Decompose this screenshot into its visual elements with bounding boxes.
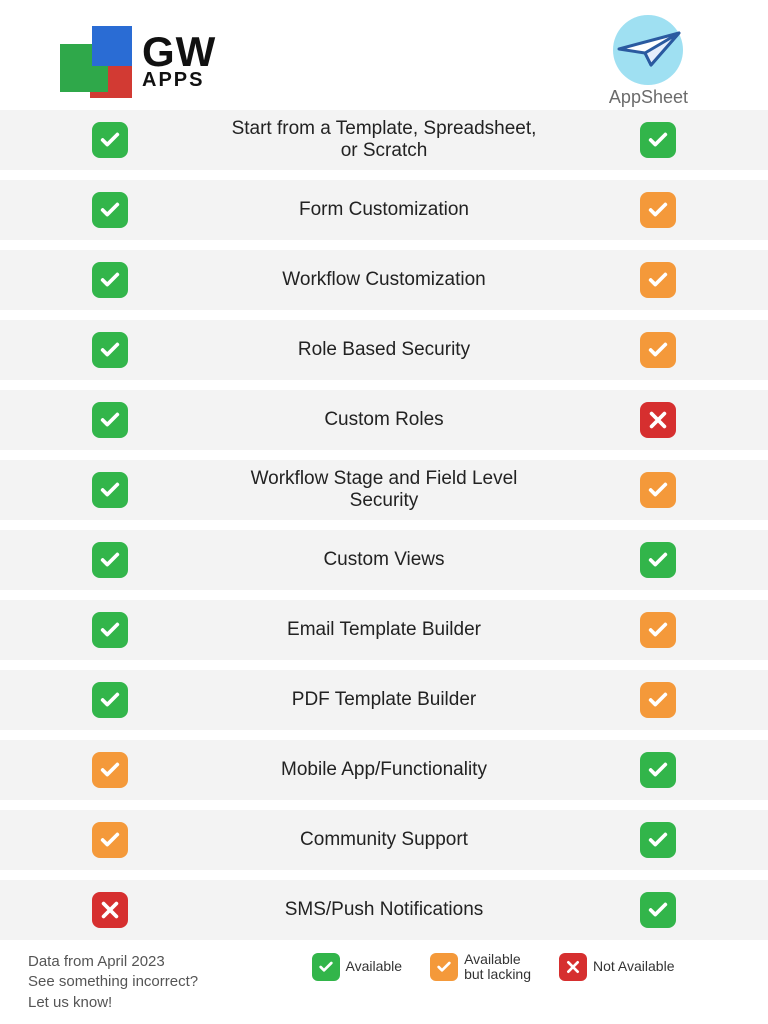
legend-not-label: Not Available <box>593 959 674 974</box>
check-icon <box>92 682 128 718</box>
gwapps-cell <box>0 472 220 508</box>
appsheet-logo: AppSheet <box>609 15 688 108</box>
check-icon <box>640 262 676 298</box>
appsheet-cell <box>548 752 768 788</box>
appsheet-cell <box>548 332 768 368</box>
check-icon <box>92 332 128 368</box>
feature-label: Form Customization <box>220 199 548 221</box>
check-icon <box>640 752 676 788</box>
check-icon <box>640 682 676 718</box>
gwapps-logo-text-top: GW <box>142 32 216 72</box>
feature-label: Workflow Stage and Field Level Security <box>220 468 548 512</box>
appsheet-cell <box>548 822 768 858</box>
appsheet-cell <box>548 542 768 578</box>
gwapps-cell <box>0 612 220 648</box>
legend: Available Available but lacking Not Avai… <box>238 952 748 981</box>
header: GW APPS AppSheet <box>0 0 768 110</box>
table-row: Role Based Security <box>0 320 768 380</box>
check-icon <box>92 122 128 158</box>
gwapps-logo-mark <box>60 26 132 96</box>
feature-label: Start from a Template, Spreadsheet, or S… <box>220 118 548 162</box>
gwapps-cell <box>0 402 220 438</box>
feature-label: SMS/Push Notifications <box>220 899 548 921</box>
gwapps-cell <box>0 892 220 928</box>
table-row: Custom Views <box>0 530 768 590</box>
feature-label: Community Support <box>220 829 548 851</box>
feature-label: Role Based Security <box>220 339 548 361</box>
legend-not: Not Available <box>559 953 674 981</box>
check-icon <box>640 192 676 228</box>
gwapps-cell <box>0 192 220 228</box>
paper-plane-icon <box>617 29 683 69</box>
footer-line1: Data from April 2023 <box>28 952 238 972</box>
gwapps-logo: GW APPS <box>60 26 216 96</box>
check-icon <box>640 122 676 158</box>
feature-label: Mobile App/Functionality <box>220 759 548 781</box>
feature-label: Custom Views <box>220 549 548 571</box>
check-icon <box>92 472 128 508</box>
appsheet-cell <box>548 682 768 718</box>
check-icon <box>92 262 128 298</box>
check-icon <box>92 822 128 858</box>
feature-label: Custom Roles <box>220 409 548 431</box>
gwapps-cell <box>0 752 220 788</box>
check-icon <box>92 752 128 788</box>
footer-note: Data from April 2023 See something incor… <box>28 952 238 1013</box>
table-row: PDF Template Builder <box>0 670 768 730</box>
gwapps-cell <box>0 122 220 158</box>
appsheet-logo-mark <box>613 15 683 85</box>
check-icon <box>640 542 676 578</box>
check-icon <box>92 542 128 578</box>
check-icon <box>92 192 128 228</box>
check-icon <box>640 822 676 858</box>
legend-partial-label: Available but lacking <box>464 952 531 981</box>
legend-available: Available <box>312 953 403 981</box>
check-icon <box>640 472 676 508</box>
check-icon <box>640 332 676 368</box>
appsheet-cell <box>548 472 768 508</box>
appsheet-cell <box>548 892 768 928</box>
check-icon <box>430 953 458 981</box>
appsheet-cell <box>548 262 768 298</box>
gwapps-cell <box>0 822 220 858</box>
table-row: Mobile App/Functionality <box>0 740 768 800</box>
check-icon <box>92 402 128 438</box>
check-icon <box>92 612 128 648</box>
cross-icon <box>92 892 128 928</box>
table-row: Start from a Template, Spreadsheet, or S… <box>0 110 768 170</box>
appsheet-cell <box>548 612 768 648</box>
appsheet-cell <box>548 122 768 158</box>
gwapps-cell <box>0 542 220 578</box>
table-row: Community Support <box>0 810 768 870</box>
gwapps-cell <box>0 682 220 718</box>
comparison-table: Start from a Template, Spreadsheet, or S… <box>0 110 768 940</box>
appsheet-cell <box>548 402 768 438</box>
gwapps-cell <box>0 332 220 368</box>
footer-line2: See something incorrect? <box>28 972 238 992</box>
gwapps-cell <box>0 262 220 298</box>
feature-label: Workflow Customization <box>220 269 548 291</box>
feature-label: PDF Template Builder <box>220 689 548 711</box>
check-icon <box>640 892 676 928</box>
table-row: SMS/Push Notifications <box>0 880 768 940</box>
table-row: Form Customization <box>0 180 768 240</box>
legend-available-label: Available <box>346 959 403 974</box>
legend-partial: Available but lacking <box>430 952 531 981</box>
check-icon <box>312 953 340 981</box>
footer: Data from April 2023 See something incor… <box>0 946 768 1013</box>
table-row: Workflow Customization <box>0 250 768 310</box>
feature-label: Email Template Builder <box>220 619 548 641</box>
table-row: Email Template Builder <box>0 600 768 660</box>
cross-icon <box>640 402 676 438</box>
appsheet-logo-text: AppSheet <box>609 87 688 108</box>
check-icon <box>640 612 676 648</box>
let-us-know-link[interactable]: Let us know! <box>28 994 112 1011</box>
table-row: Custom Roles <box>0 390 768 450</box>
appsheet-cell <box>548 192 768 228</box>
cross-icon <box>559 953 587 981</box>
table-row: Workflow Stage and Field Level Security <box>0 460 768 520</box>
